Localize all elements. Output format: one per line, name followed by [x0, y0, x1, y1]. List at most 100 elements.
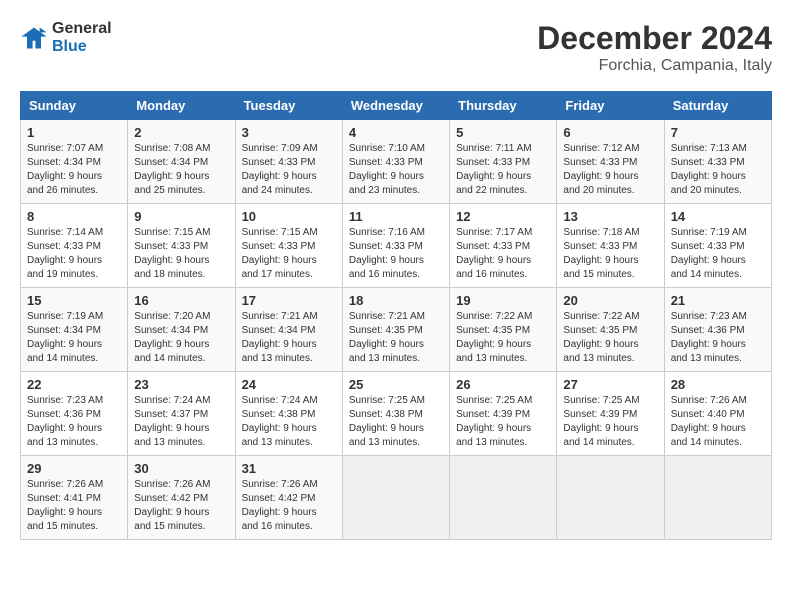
calendar-cell: 28 Sunrise: 7:26 AM Sunset: 4:40 PM Dayl… [664, 372, 771, 456]
day-info: Sunrise: 7:26 AM Sunset: 4:42 PM Dayligh… [134, 478, 228, 534]
calendar-cell: 12 Sunrise: 7:17 AM Sunset: 4:33 PM Dayl… [450, 204, 557, 288]
day-number: 10 [242, 209, 336, 224]
calendar-week-row: 29 Sunrise: 7:26 AM Sunset: 4:41 PM Dayl… [21, 456, 772, 540]
day-number: 16 [134, 293, 228, 308]
calendar-cell: 7 Sunrise: 7:13 AM Sunset: 4:33 PM Dayli… [664, 120, 771, 204]
calendar-cell: 22 Sunrise: 7:23 AM Sunset: 4:36 PM Dayl… [21, 372, 128, 456]
day-header-monday: Monday [128, 92, 235, 120]
calendar-week-row: 8 Sunrise: 7:14 AM Sunset: 4:33 PM Dayli… [21, 204, 772, 288]
day-number: 20 [563, 293, 657, 308]
day-number: 17 [242, 293, 336, 308]
day-info: Sunrise: 7:24 AM Sunset: 4:37 PM Dayligh… [134, 394, 228, 450]
day-info: Sunrise: 7:21 AM Sunset: 4:35 PM Dayligh… [349, 310, 443, 366]
day-header-wednesday: Wednesday [342, 92, 449, 120]
calendar-cell: 9 Sunrise: 7:15 AM Sunset: 4:33 PM Dayli… [128, 204, 235, 288]
calendar-cell: 17 Sunrise: 7:21 AM Sunset: 4:34 PM Dayl… [235, 288, 342, 372]
calendar-cell [450, 456, 557, 540]
day-info: Sunrise: 7:09 AM Sunset: 4:33 PM Dayligh… [242, 142, 336, 198]
day-header-tuesday: Tuesday [235, 92, 342, 120]
logo-icon [20, 24, 48, 52]
calendar-cell: 8 Sunrise: 7:14 AM Sunset: 4:33 PM Dayli… [21, 204, 128, 288]
day-info: Sunrise: 7:23 AM Sunset: 4:36 PM Dayligh… [671, 310, 765, 366]
calendar-cell: 15 Sunrise: 7:19 AM Sunset: 4:34 PM Dayl… [21, 288, 128, 372]
day-info: Sunrise: 7:16 AM Sunset: 4:33 PM Dayligh… [349, 226, 443, 282]
day-number: 13 [563, 209, 657, 224]
day-number: 22 [27, 377, 121, 392]
day-header-friday: Friday [557, 92, 664, 120]
calendar-cell [664, 456, 771, 540]
calendar-cell: 10 Sunrise: 7:15 AM Sunset: 4:33 PM Dayl… [235, 204, 342, 288]
day-info: Sunrise: 7:20 AM Sunset: 4:34 PM Dayligh… [134, 310, 228, 366]
location: Forchia, Campania, Italy [537, 57, 772, 75]
day-number: 24 [242, 377, 336, 392]
logo-text: General Blue [52, 20, 112, 57]
calendar-cell: 30 Sunrise: 7:26 AM Sunset: 4:42 PM Dayl… [128, 456, 235, 540]
day-info: Sunrise: 7:23 AM Sunset: 4:36 PM Dayligh… [27, 394, 121, 450]
day-info: Sunrise: 7:14 AM Sunset: 4:33 PM Dayligh… [27, 226, 121, 282]
calendar-cell: 23 Sunrise: 7:24 AM Sunset: 4:37 PM Dayl… [128, 372, 235, 456]
calendar-cell: 25 Sunrise: 7:25 AM Sunset: 4:38 PM Dayl… [342, 372, 449, 456]
day-info: Sunrise: 7:26 AM Sunset: 4:41 PM Dayligh… [27, 478, 121, 534]
calendar-cell: 29 Sunrise: 7:26 AM Sunset: 4:41 PM Dayl… [21, 456, 128, 540]
calendar-cell: 14 Sunrise: 7:19 AM Sunset: 4:33 PM Dayl… [664, 204, 771, 288]
day-number: 6 [563, 125, 657, 140]
calendar-week-row: 15 Sunrise: 7:19 AM Sunset: 4:34 PM Dayl… [21, 288, 772, 372]
day-info: Sunrise: 7:19 AM Sunset: 4:33 PM Dayligh… [671, 226, 765, 282]
day-number: 27 [563, 377, 657, 392]
day-info: Sunrise: 7:08 AM Sunset: 4:34 PM Dayligh… [134, 142, 228, 198]
day-number: 25 [349, 377, 443, 392]
day-info: Sunrise: 7:11 AM Sunset: 4:33 PM Dayligh… [456, 142, 550, 198]
calendar-week-row: 1 Sunrise: 7:07 AM Sunset: 4:34 PM Dayli… [21, 120, 772, 204]
calendar-cell: 31 Sunrise: 7:26 AM Sunset: 4:42 PM Dayl… [235, 456, 342, 540]
day-number: 2 [134, 125, 228, 140]
day-info: Sunrise: 7:21 AM Sunset: 4:34 PM Dayligh… [242, 310, 336, 366]
day-number: 5 [456, 125, 550, 140]
day-number: 14 [671, 209, 765, 224]
day-info: Sunrise: 7:17 AM Sunset: 4:33 PM Dayligh… [456, 226, 550, 282]
logo: General Blue [20, 20, 112, 57]
day-info: Sunrise: 7:25 AM Sunset: 4:39 PM Dayligh… [563, 394, 657, 450]
calendar-header-row: SundayMondayTuesdayWednesdayThursdayFrid… [21, 92, 772, 120]
day-number: 29 [27, 461, 121, 476]
day-info: Sunrise: 7:22 AM Sunset: 4:35 PM Dayligh… [563, 310, 657, 366]
day-info: Sunrise: 7:25 AM Sunset: 4:39 PM Dayligh… [456, 394, 550, 450]
calendar-cell: 18 Sunrise: 7:21 AM Sunset: 4:35 PM Dayl… [342, 288, 449, 372]
day-info: Sunrise: 7:15 AM Sunset: 4:33 PM Dayligh… [134, 226, 228, 282]
calendar-cell: 6 Sunrise: 7:12 AM Sunset: 4:33 PM Dayli… [557, 120, 664, 204]
day-header-saturday: Saturday [664, 92, 771, 120]
calendar-cell: 5 Sunrise: 7:11 AM Sunset: 4:33 PM Dayli… [450, 120, 557, 204]
day-number: 8 [27, 209, 121, 224]
day-number: 19 [456, 293, 550, 308]
calendar-cell [557, 456, 664, 540]
calendar-cell [342, 456, 449, 540]
day-number: 3 [242, 125, 336, 140]
day-header-thursday: Thursday [450, 92, 557, 120]
calendar-cell: 2 Sunrise: 7:08 AM Sunset: 4:34 PM Dayli… [128, 120, 235, 204]
title-block: December 2024 Forchia, Campania, Italy [537, 20, 772, 75]
calendar-cell: 27 Sunrise: 7:25 AM Sunset: 4:39 PM Dayl… [557, 372, 664, 456]
day-info: Sunrise: 7:13 AM Sunset: 4:33 PM Dayligh… [671, 142, 765, 198]
day-info: Sunrise: 7:12 AM Sunset: 4:33 PM Dayligh… [563, 142, 657, 198]
day-number: 1 [27, 125, 121, 140]
day-number: 4 [349, 125, 443, 140]
calendar-cell: 1 Sunrise: 7:07 AM Sunset: 4:34 PM Dayli… [21, 120, 128, 204]
day-info: Sunrise: 7:26 AM Sunset: 4:42 PM Dayligh… [242, 478, 336, 534]
day-header-sunday: Sunday [21, 92, 128, 120]
calendar-cell: 3 Sunrise: 7:09 AM Sunset: 4:33 PM Dayli… [235, 120, 342, 204]
day-info: Sunrise: 7:10 AM Sunset: 4:33 PM Dayligh… [349, 142, 443, 198]
page-header: General Blue December 2024 Forchia, Camp… [20, 20, 772, 75]
day-number: 15 [27, 293, 121, 308]
day-info: Sunrise: 7:24 AM Sunset: 4:38 PM Dayligh… [242, 394, 336, 450]
day-info: Sunrise: 7:25 AM Sunset: 4:38 PM Dayligh… [349, 394, 443, 450]
day-number: 9 [134, 209, 228, 224]
day-info: Sunrise: 7:22 AM Sunset: 4:35 PM Dayligh… [456, 310, 550, 366]
calendar-cell: 4 Sunrise: 7:10 AM Sunset: 4:33 PM Dayli… [342, 120, 449, 204]
day-number: 31 [242, 461, 336, 476]
calendar-cell: 21 Sunrise: 7:23 AM Sunset: 4:36 PM Dayl… [664, 288, 771, 372]
month-title: December 2024 [537, 20, 772, 57]
calendar-cell: 13 Sunrise: 7:18 AM Sunset: 4:33 PM Dayl… [557, 204, 664, 288]
day-info: Sunrise: 7:26 AM Sunset: 4:40 PM Dayligh… [671, 394, 765, 450]
calendar-cell: 26 Sunrise: 7:25 AM Sunset: 4:39 PM Dayl… [450, 372, 557, 456]
day-info: Sunrise: 7:15 AM Sunset: 4:33 PM Dayligh… [242, 226, 336, 282]
calendar-cell: 11 Sunrise: 7:16 AM Sunset: 4:33 PM Dayl… [342, 204, 449, 288]
